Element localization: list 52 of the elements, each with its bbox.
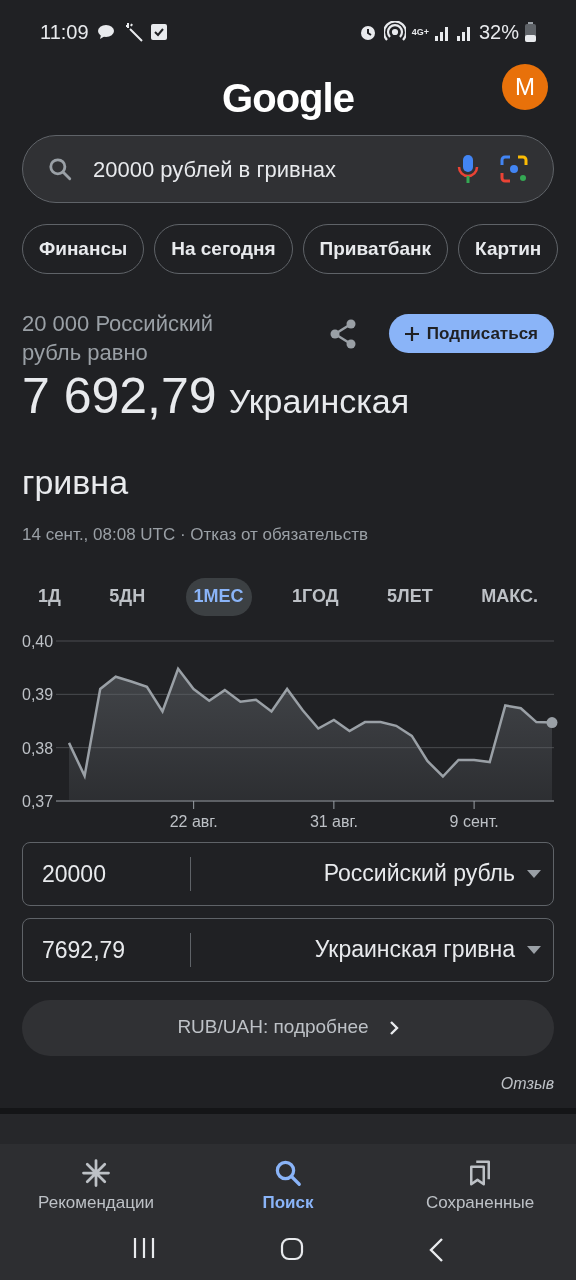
search-query: 20000 рублей в гривнах <box>93 155 338 184</box>
x-tick-label: 22 авг. <box>169 812 218 830</box>
chevron-right-icon <box>388 1019 399 1036</box>
range-tab[interactable]: 5ДН <box>101 577 154 616</box>
plus-icon <box>404 326 419 341</box>
currency-input-row[interactable]: 7692,79 Украинская гривна <box>22 917 554 982</box>
back-icon[interactable] <box>428 1237 444 1263</box>
asterisk-icon <box>81 1157 111 1188</box>
conversion-source-text: 20 000 Российский рубль равно <box>22 310 215 367</box>
feedback-link[interactable]: Отзыв <box>500 1071 554 1096</box>
range-tab[interactable]: 1Д <box>30 577 69 616</box>
currency-select[interactable]: Российский рубль <box>191 856 527 891</box>
y-tick-label: 0,38 <box>22 739 54 757</box>
nav-tab[interactable]: Сохраненные <box>405 1157 555 1215</box>
clock-time: 11:09 <box>40 20 89 45</box>
x-tick-label: 31 авг. <box>309 812 358 830</box>
home-icon[interactable] <box>280 1237 304 1261</box>
subscribe-button[interactable]: Подписаться <box>388 314 554 353</box>
search-icon <box>47 156 73 182</box>
details-button[interactable]: RUB/UAH: подробнее <box>22 999 554 1056</box>
hotspot-icon <box>383 21 406 43</box>
amount-value[interactable]: 20000 <box>23 856 191 891</box>
dropdown-caret-icon <box>527 869 541 878</box>
nav-tab[interactable]: Поиск <box>213 1157 363 1215</box>
dropdown-caret-icon <box>527 945 541 954</box>
y-tick-label: 0,40 <box>22 632 54 650</box>
last-point-marker[interactable] <box>546 716 558 728</box>
conversion-result: 7 692,79 Украинская гривна <box>22 367 411 503</box>
search-field[interactable]: 20000 рублей в гривнах <box>22 135 554 203</box>
range-tab[interactable]: 1МЕС <box>185 577 252 616</box>
currency-input-row[interactable]: 20000 Российский рубль <box>22 841 554 906</box>
checkbox-icon <box>150 24 167 40</box>
share-icon[interactable] <box>328 318 357 349</box>
filter-chip[interactable]: На сегодня <box>154 224 293 274</box>
currency-select[interactable]: Украинская гривна <box>191 932 527 967</box>
x-tick-label: 9 сент. <box>449 812 499 830</box>
y-tick-label: 0,37 <box>22 792 54 810</box>
rate-timestamp: 14 сент., 08:08 UTC · Отказ от обязательств <box>21 524 370 546</box>
amount-value[interactable]: 7692,79 <box>23 932 191 967</box>
recent-apps-icon[interactable] <box>132 1237 156 1259</box>
network-type-label: 4G+ <box>411 27 429 37</box>
range-tab[interactable]: МАКС. <box>473 577 546 616</box>
camera-lens-icon[interactable] <box>499 154 529 184</box>
nav-tab[interactable]: Рекомендации <box>21 1157 171 1215</box>
battery-icon <box>525 22 536 42</box>
range-tab[interactable]: 1ГОД <box>284 577 347 616</box>
battery-percentage: 32% <box>478 20 519 45</box>
microphone-icon[interactable] <box>457 154 479 184</box>
y-tick-label: 0,39 <box>22 685 54 703</box>
chat-bubble-icon <box>96 24 115 40</box>
range-tab[interactable]: 5ЛЕТ <box>379 577 441 616</box>
google-logo: Google <box>222 75 354 122</box>
